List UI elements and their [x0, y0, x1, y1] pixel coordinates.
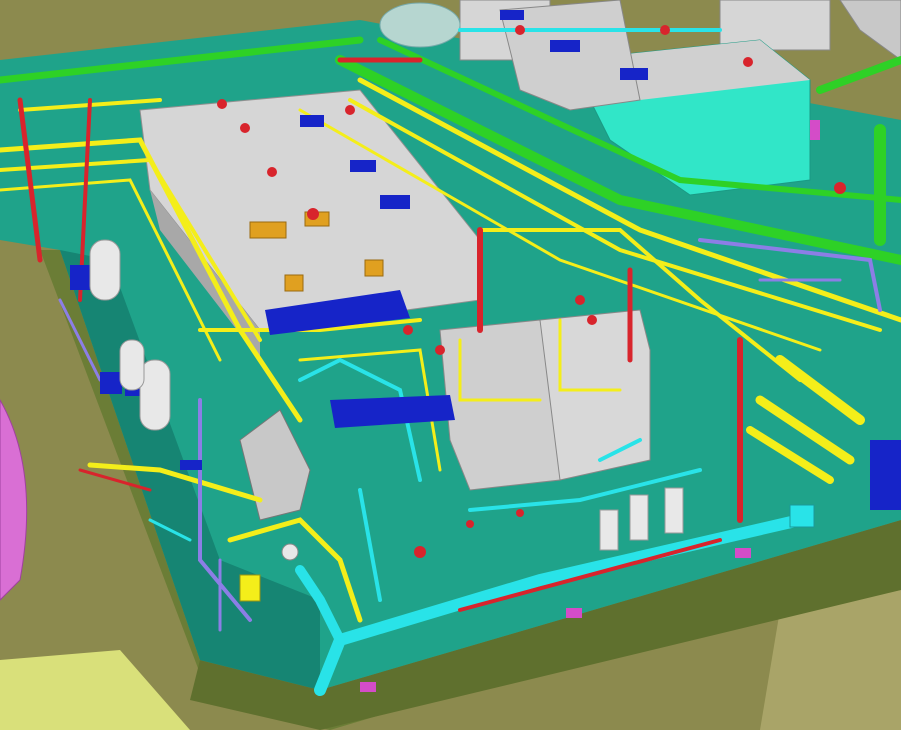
plant-3d-viewport[interactable] — [0, 0, 901, 730]
piping-model-scene[interactable] — [0, 0, 901, 730]
compressor-module-2[interactable] — [539, 309, 651, 481]
horizontal-vessel[interactable] — [379, 2, 461, 48]
